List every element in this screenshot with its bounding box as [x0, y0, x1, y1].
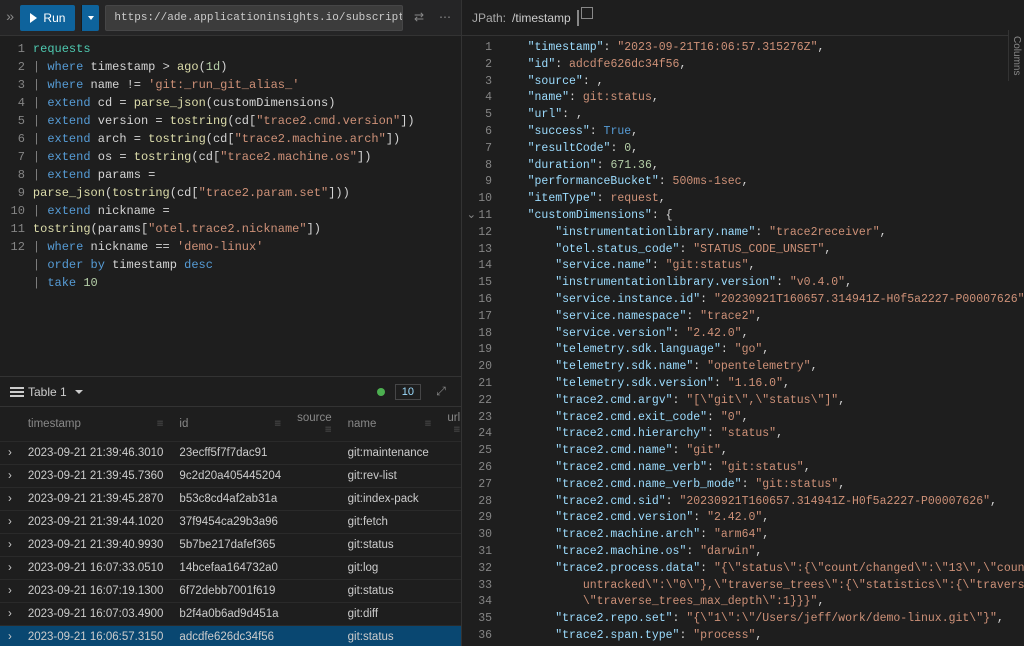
results-header: Table 1 10 ⤢: [0, 377, 461, 407]
right-panel: JPath: /timestamp ⋯ 12345678910⌄11121314…: [462, 0, 1024, 646]
json-gutter: 12345678910⌄1112131415161718192021222324…: [462, 36, 500, 646]
table-row[interactable]: ›2023-09-21 21:39:46.301023ecff5f7f7dac9…: [0, 442, 461, 465]
jpath-bar: JPath: /timestamp ⋯: [462, 0, 1024, 36]
results-grid[interactable]: timestamp≡id≡source≡name≡url≡ ›2023-09-2…: [0, 407, 461, 646]
expand-icon[interactable]: ⤢: [431, 382, 451, 402]
status-success-icon: [377, 388, 385, 396]
row-count: 10: [395, 384, 421, 400]
copy-icon[interactable]: [577, 11, 593, 25]
toolbar: » Run https://ade.applicationinsights.io…: [0, 0, 461, 36]
column-header[interactable]: source≡: [289, 407, 340, 442]
table-row[interactable]: ›2023-09-21 16:07:03.4900b2f4a0b6ad9d451…: [0, 603, 461, 626]
left-panel: » Run https://ade.applicationinsights.io…: [0, 0, 462, 646]
query-code[interactable]: requests| where timestamp > ago(1d)| whe…: [33, 36, 461, 376]
chevron-left-icon[interactable]: »: [6, 10, 14, 26]
table-row[interactable]: ›2023-09-21 16:06:57.3150adcdfe626dc34f5…: [0, 626, 461, 646]
column-header[interactable]: name≡: [340, 407, 440, 442]
format-icon[interactable]: ⇄: [409, 8, 429, 28]
table-row[interactable]: ›2023-09-21 16:07:19.13006f72debb7001f61…: [0, 580, 461, 603]
line-gutter: 123456789101112: [0, 36, 33, 376]
json-body: "timestamp": "2023-09-21T16:06:57.315276…: [500, 36, 1024, 646]
json-viewer[interactable]: 12345678910⌄1112131415161718192021222324…: [462, 36, 1024, 646]
run-button[interactable]: Run: [20, 5, 75, 31]
play-icon: [30, 13, 37, 23]
results-panel: Table 1 10 ⤢ timestamp≡id≡source≡name≡ur…: [0, 376, 461, 646]
table-icon: [10, 387, 24, 397]
table-row[interactable]: ›2023-09-21 21:39:44.102037f9454ca29b3a9…: [0, 511, 461, 534]
column-header[interactable]: timestamp≡: [20, 407, 172, 442]
query-editor[interactable]: 123456789101112 requests| where timestam…: [0, 36, 461, 376]
table-row[interactable]: ›2023-09-21 21:39:45.2870b53c8cd4af2ab31…: [0, 488, 461, 511]
column-header[interactable]: id≡: [171, 407, 289, 442]
table-row[interactable]: ›2023-09-21 16:07:33.051014bcefaa164732a…: [0, 557, 461, 580]
connection-url[interactable]: https://ade.applicationinsights.io/subsc…: [105, 5, 403, 31]
results-tab[interactable]: Table 1: [10, 385, 83, 399]
table-row[interactable]: ›2023-09-21 21:39:40.99305b7be217dafef36…: [0, 534, 461, 557]
jpath-value: /timestamp: [512, 11, 571, 25]
chevron-down-icon: [71, 385, 83, 399]
table-row[interactable]: ›2023-09-21 21:39:45.73609c2d20a40544520…: [0, 465, 461, 488]
jpath-label: JPath:: [472, 11, 506, 25]
run-label: Run: [43, 11, 65, 25]
column-header[interactable]: url≡: [439, 407, 461, 442]
columns-tab[interactable]: Columns: [1008, 30, 1024, 81]
more-icon[interactable]: ⋯: [435, 8, 455, 28]
run-dropdown[interactable]: [81, 5, 99, 31]
results-tab-label: Table 1: [28, 385, 67, 399]
